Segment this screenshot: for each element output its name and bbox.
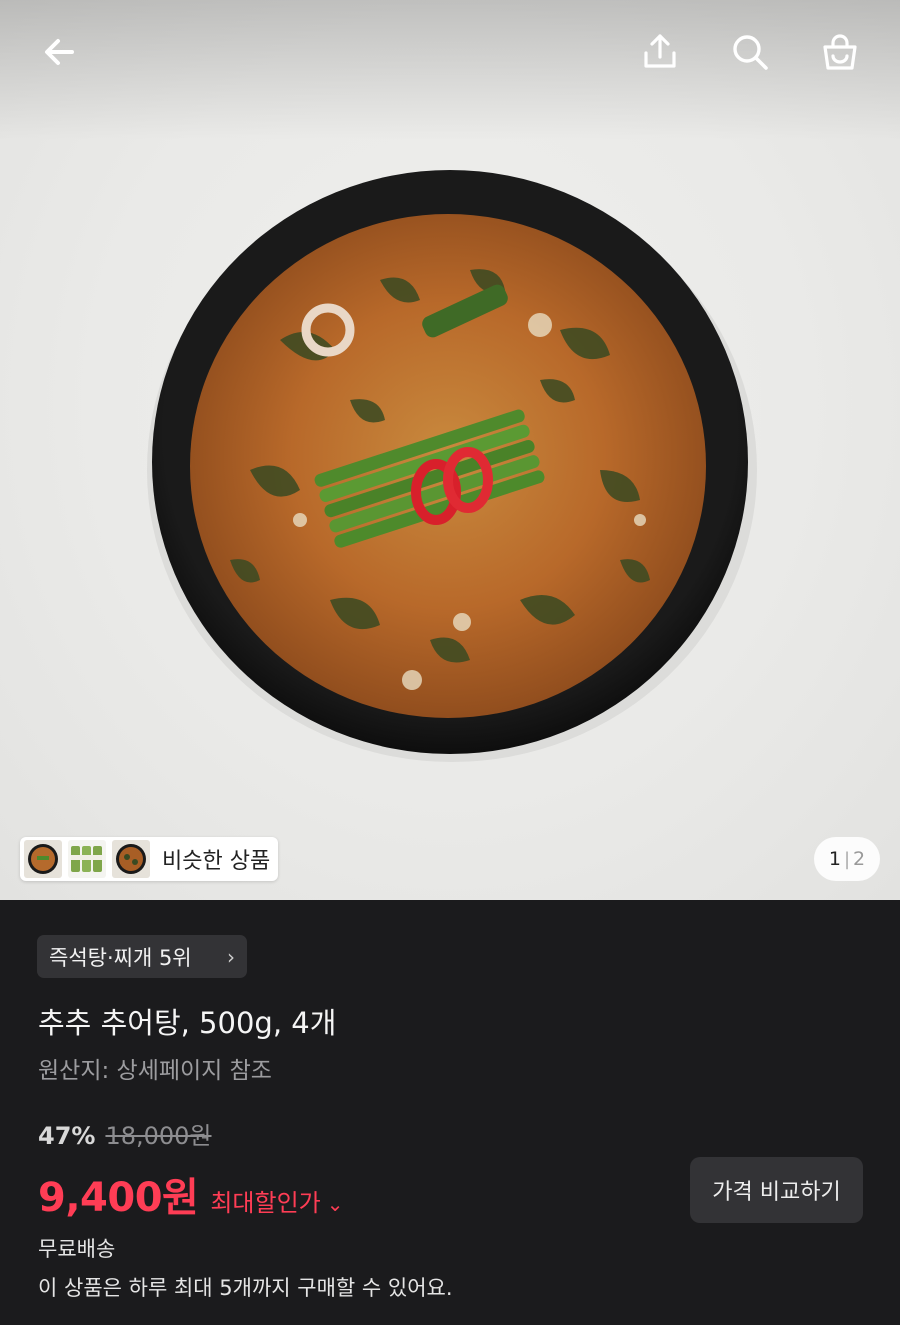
search-icon: [733, 35, 768, 70]
arrow-left-icon: [45, 39, 74, 65]
image-total-count: 2: [853, 848, 866, 870]
counter-divider: |: [843, 848, 851, 870]
category-rank-badge[interactable]: 즉석탕·찌개 5위 ›: [37, 935, 247, 978]
discount-row: 47% 18,000원: [38, 1116, 212, 1151]
sale-price: 9,400원: [38, 1175, 199, 1221]
purchase-limit-notice: 이 상품은 하루 최대 5개까지 구매할 수 있어요.: [38, 1276, 453, 1300]
share-upload-icon: [644, 34, 676, 68]
chevron-right-icon: ›: [227, 944, 235, 969]
max-discount-toggle[interactable]: 최대할인가 ⌄: [210, 1183, 343, 1218]
similar-product-thumbnail: [68, 840, 106, 878]
similar-products-button[interactable]: 비슷한 상품: [20, 837, 278, 881]
search-button[interactable]: [722, 24, 778, 80]
share-button[interactable]: [632, 24, 688, 80]
similar-product-thumbnail: [24, 840, 62, 878]
image-page-counter: 1 | 2: [814, 837, 880, 881]
cart-button[interactable]: [812, 24, 868, 80]
product-info-panel: 즉석탕·찌개 5위 › 추추 추어탕, 500g, 4개 원산지: 상세페이지 …: [0, 900, 900, 1325]
product-title: 추추 추어탕, 500g, 4개: [38, 1006, 337, 1040]
shopping-bag-icon: [823, 34, 857, 70]
original-price: 18,000원: [105, 1122, 212, 1150]
product-image-gallery[interactable]: 비슷한 상품 1 | 2: [0, 0, 900, 900]
image-current-index: 1: [828, 848, 841, 870]
back-button[interactable]: [32, 24, 88, 80]
rank-badge-label: 즉석탕·찌개 5위: [49, 945, 192, 970]
product-origin: 원산지: 상세페이지 참조: [38, 1058, 272, 1084]
compare-price-button[interactable]: 가격 비교하기: [690, 1157, 863, 1223]
shipping-info: 무료배송: [38, 1237, 116, 1261]
similar-product-thumbnail: [112, 840, 150, 878]
price-row: 9,400원 최대할인가 ⌄: [38, 1165, 344, 1223]
similar-products-label: 비슷한 상품: [162, 849, 271, 874]
max-discount-label: 최대할인가: [210, 1189, 321, 1217]
chevron-down-icon: ⌄: [326, 1192, 344, 1216]
discount-rate: 47%: [38, 1122, 96, 1150]
